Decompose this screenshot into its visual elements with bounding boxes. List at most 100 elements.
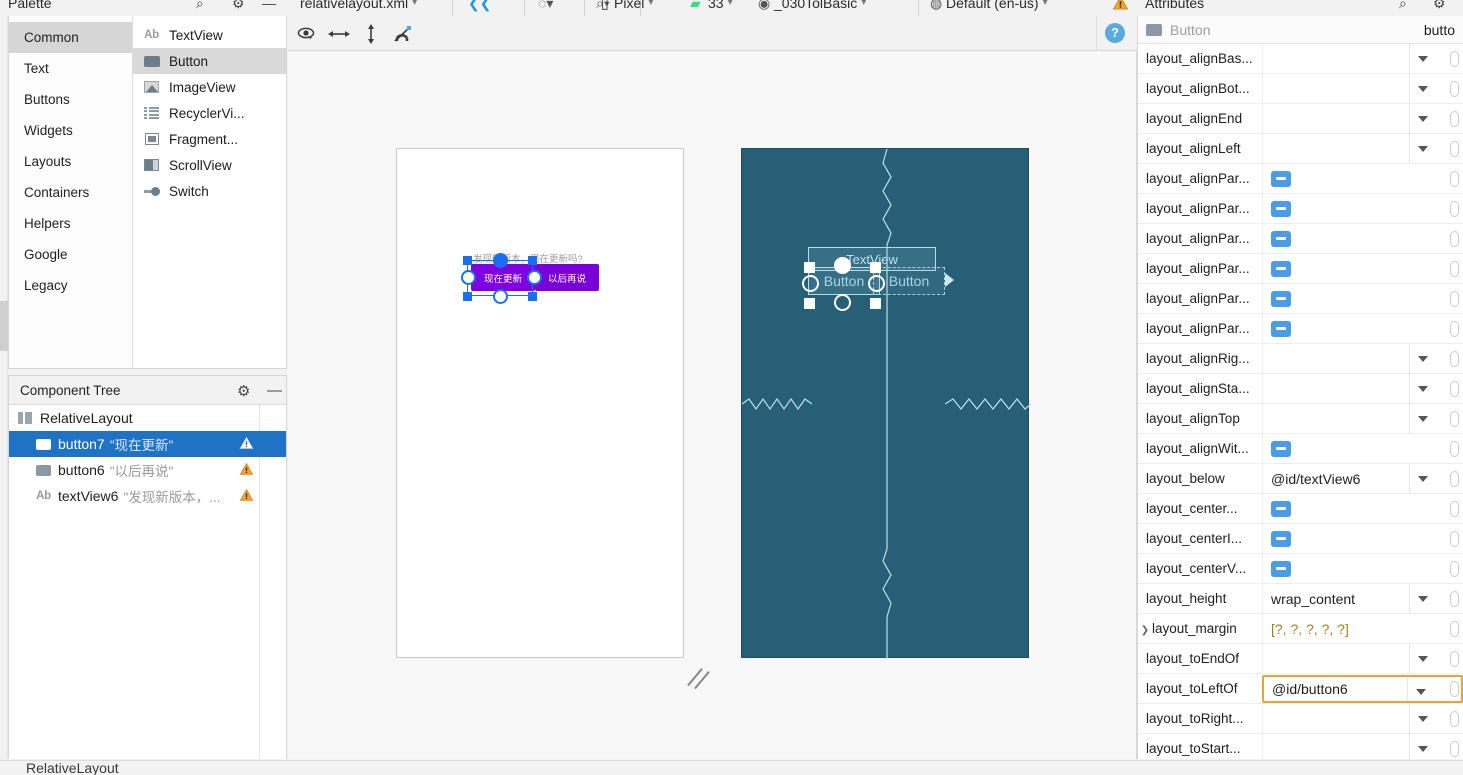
tristate-checkbox[interactable] [1271, 230, 1291, 247]
constraint-anchor-right[interactable] [527, 270, 542, 285]
chevron-down-icon[interactable] [1409, 583, 1435, 614]
design-surface-icon[interactable]: ❮❮ [468, 0, 491, 12]
tristate-checkbox[interactable] [1271, 260, 1291, 277]
bp-resize-handle-bl[interactable] [804, 298, 815, 309]
search-icon[interactable]: ⌕ [1399, 0, 1407, 12]
bp-resize-handle-br[interactable] [870, 298, 881, 309]
tristate-checkbox[interactable] [1271, 440, 1291, 457]
device-design-preview[interactable]: 发现新版本，现在更新吗? 现在更新 以后再说 [396, 148, 684, 658]
palette-category-containers[interactable]: Containers [9, 177, 132, 208]
chevron-down-icon[interactable] [1409, 73, 1435, 104]
chevron-down-icon[interactable] [1407, 676, 1433, 701]
palette-category-layouts[interactable]: Layouts [9, 146, 132, 177]
palette-item-fragment-[interactable]: Fragment... [133, 126, 286, 152]
attribute-value[interactable] [1262, 73, 1463, 104]
palette-category-buttons[interactable]: Buttons [9, 84, 132, 115]
theme-selector[interactable]: _030TolBasic ▾ [774, 0, 866, 11]
palette-item-switch[interactable]: Switch [133, 178, 286, 204]
warning-triangle-icon[interactable] [239, 462, 254, 476]
warning-triangle-icon[interactable] [239, 488, 254, 502]
bp-anchor-bottom[interactable] [834, 294, 851, 311]
palette-item-recyclervi-[interactable]: RecyclerVi... [133, 100, 286, 126]
palette-category-google[interactable]: Google [9, 239, 132, 270]
palette-category-widgets[interactable]: Widgets [9, 115, 132, 146]
device-blueprint-preview[interactable]: TextView Button Button [741, 148, 1031, 659]
palette-category-legacy[interactable]: Legacy [9, 270, 132, 301]
attribute-value[interactable] [1262, 703, 1463, 734]
attribute-value[interactable] [1262, 343, 1463, 374]
search-icon[interactable]: ⌕ [196, 0, 204, 12]
chevron-down-icon[interactable] [1409, 133, 1435, 164]
chevron-down-icon[interactable] [1409, 733, 1435, 764]
constraint-anchor-left[interactable] [461, 270, 476, 285]
attribute-value[interactable] [1262, 43, 1463, 74]
attribute-value[interactable] [1262, 193, 1463, 224]
palette-item-imageview[interactable]: ImageView [133, 74, 286, 100]
resize-handle-icon[interactable] [688, 664, 714, 690]
attribute-value[interactable] [1262, 313, 1463, 344]
tree-item-button6[interactable]: button6 "以后再说" [9, 457, 286, 483]
bp-anchor-left[interactable] [802, 275, 819, 292]
attribute-value[interactable] [1262, 283, 1463, 314]
resize-handle-bl[interactable] [463, 292, 472, 301]
vertical-arrows-icon[interactable] [360, 23, 382, 45]
bp-anchor-right[interactable] [868, 275, 885, 292]
bp-anchor-top[interactable] [834, 257, 851, 274]
chevron-down-icon[interactable] [1409, 643, 1435, 674]
constraint-anchor-bottom[interactable] [493, 289, 508, 304]
attribute-value[interactable]: @id/textView6 [1262, 463, 1463, 494]
api-selector[interactable]: 33 ▾ [708, 0, 733, 11]
help-icon[interactable]: ? [1105, 23, 1125, 43]
attribute-value[interactable] [1262, 223, 1463, 254]
palette-item-textview[interactable]: Ab TextView [133, 22, 286, 48]
chevron-down-icon[interactable] [1409, 43, 1435, 74]
tree-item-button7[interactable]: button7 "现在更新" [9, 431, 286, 457]
palette-category-helpers[interactable]: Helpers [9, 208, 132, 239]
attribute-value[interactable] [1262, 523, 1463, 554]
attribute-value[interactable] [1262, 733, 1463, 764]
design-canvas[interactable]: 发现新版本，现在更新吗? 现在更新 以后再说 [288, 52, 1137, 759]
chevron-down-icon[interactable] [1409, 103, 1435, 134]
file-tab[interactable]: relativelayout.xml ▾ [300, 0, 417, 11]
attributes-component-id[interactable]: butto [1424, 22, 1455, 38]
attribute-value[interactable] [1262, 643, 1463, 674]
attribute-value[interactable] [1262, 433, 1463, 464]
locale-selector[interactable]: Default (en-us) ▾ [946, 0, 1048, 11]
bp-resize-handle-tl[interactable] [804, 262, 815, 273]
minimize-icon[interactable]: — [267, 382, 282, 399]
gear-icon[interactable]: ⚙ [232, 0, 245, 12]
attribute-value[interactable] [1262, 553, 1463, 584]
gear-icon[interactable]: ⚙ [1433, 0, 1446, 12]
tristate-checkbox[interactable] [1271, 500, 1291, 517]
attribute-value[interactable]: @id/button6 [1262, 674, 1463, 703]
warning-triangle-icon[interactable] [239, 436, 254, 450]
warning-triangle-icon[interactable] [1112, 0, 1129, 14]
tristate-checkbox[interactable] [1271, 320, 1291, 337]
constraint-anchor-top[interactable] [493, 253, 508, 268]
rail-scroll-thumb[interactable] [0, 301, 8, 351]
chevron-down-icon[interactable] [1409, 703, 1435, 734]
bp-resize-handle-tr[interactable] [870, 262, 881, 273]
tristate-checkbox[interactable] [1271, 560, 1291, 577]
chevron-down-icon[interactable] [1409, 373, 1435, 404]
tree-item-textView6[interactable]: Ab textView6 "发现新版本，... [9, 483, 286, 509]
breadcrumb[interactable]: RelativeLayout [26, 761, 119, 775]
tristate-checkbox[interactable] [1271, 200, 1291, 217]
palette-category-text[interactable]: Text [9, 53, 132, 84]
resize-handle-tr[interactable] [528, 256, 537, 265]
tree-item-RelativeLayout[interactable]: RelativeLayout [9, 405, 286, 431]
attribute-value[interactable] [1262, 103, 1463, 134]
chevron-down-icon[interactable] [1409, 343, 1435, 374]
eye-icon[interactable] [296, 23, 318, 45]
expand-arrow-icon[interactable]: ❯ [1138, 625, 1152, 636]
tristate-checkbox[interactable] [1271, 530, 1291, 547]
attribute-value[interactable] [1262, 163, 1463, 194]
resize-handle-br[interactable] [528, 292, 537, 301]
resize-handle-tl[interactable] [463, 256, 472, 265]
gear-icon[interactable]: ⚙ [237, 382, 250, 400]
attribute-value[interactable] [1262, 133, 1463, 164]
blueprint-toggle-icon[interactable]: ◌▾ [538, 0, 553, 12]
magnet-off-icon[interactable] [392, 23, 414, 45]
attribute-value[interactable]: [?, ?, ?, ?, ?] [1262, 613, 1463, 644]
preview-button-secondary[interactable]: 以后再说 [535, 264, 599, 291]
